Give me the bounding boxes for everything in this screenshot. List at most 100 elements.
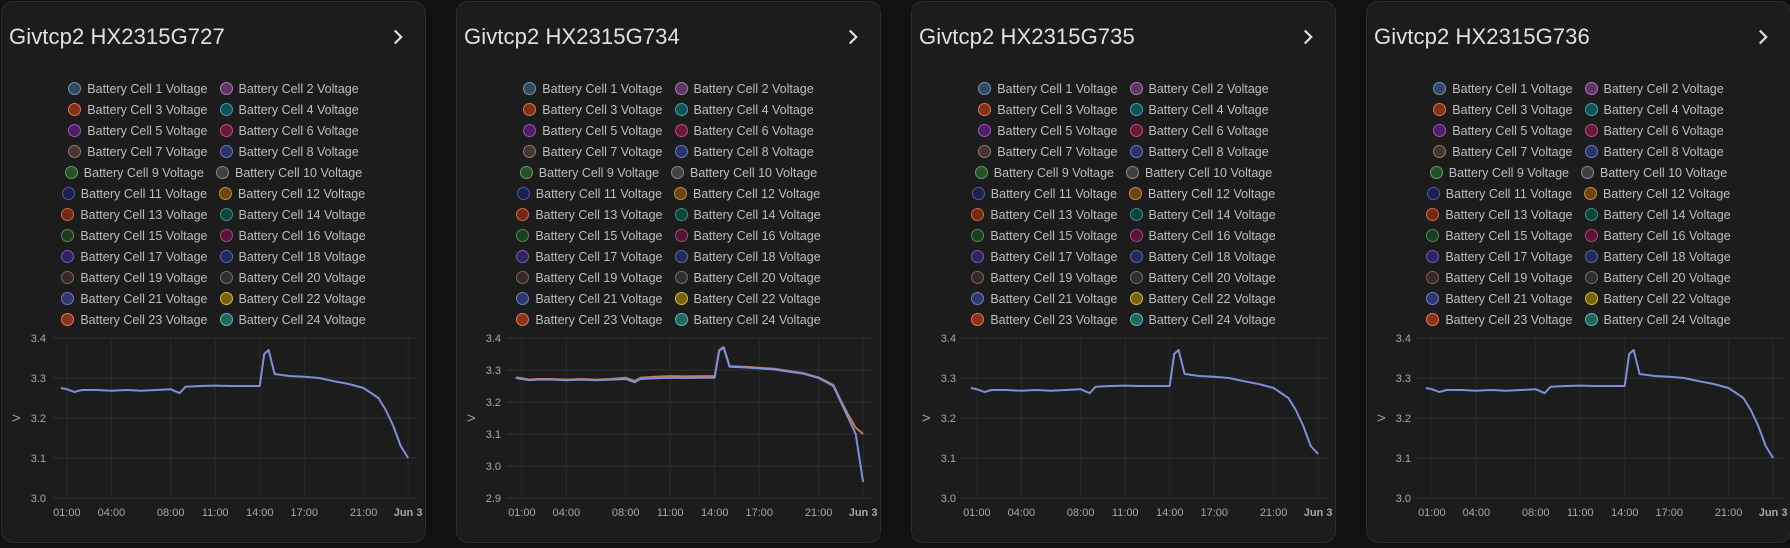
legend-item[interactable]: Battery Cell 13 Voltage <box>1426 204 1573 225</box>
legend-item[interactable]: Battery Cell 22 Voltage <box>674 288 821 309</box>
voltage-chart[interactable]: 3.4 3.3 3.2 3.1 3.0 01:00 04:00 08:00 11:00 14:00… <box>2 330 426 536</box>
legend-item[interactable]: Battery Cell 10 Voltage <box>1126 162 1272 183</box>
card-header[interactable]: Givtcp2 HX2315G736 <box>1367 2 1790 72</box>
legend-item[interactable]: Battery Cell 1 Voltage <box>978 78 1118 99</box>
legend-item[interactable]: Battery Cell 11 Voltage <box>1426 183 1572 204</box>
legend-item[interactable]: Battery Cell 15 Voltage <box>1426 225 1573 246</box>
legend-item[interactable]: Battery Cell 18 Voltage <box>674 246 821 267</box>
legend-item[interactable]: Battery Cell 12 Voltage <box>674 183 820 204</box>
legend-item[interactable]: Battery Cell 7 Voltage <box>523 141 663 162</box>
legend-item[interactable]: Battery Cell 20 Voltage <box>1584 267 1731 288</box>
voltage-chart[interactable]: 3.4 3.3 3.2 3.1 3.0 2.9 01:00 04:00 08:00 11:00 14… <box>457 330 881 536</box>
legend-item[interactable]: Battery Cell 16 Voltage <box>1129 225 1276 246</box>
legend-item[interactable]: Battery Cell 13 Voltage <box>516 204 663 225</box>
legend-item[interactable]: Battery Cell 14 Voltage <box>674 204 821 225</box>
legend-item[interactable]: Battery Cell 24 Voltage <box>674 309 821 330</box>
legend-item[interactable]: Battery Cell 12 Voltage <box>1129 183 1275 204</box>
chevron-right-icon[interactable] <box>385 24 411 50</box>
legend-item[interactable]: Battery Cell 15 Voltage <box>516 225 663 246</box>
legend-item[interactable]: Battery Cell 17 Voltage <box>61 246 208 267</box>
chevron-right-icon[interactable] <box>840 24 866 50</box>
legend-item[interactable]: Battery Cell 23 Voltage <box>516 309 663 330</box>
legend-item[interactable]: Battery Cell 11 Voltage <box>516 183 662 204</box>
legend-item[interactable]: Battery Cell 2 Voltage <box>219 78 359 99</box>
legend-item[interactable]: Battery Cell 4 Voltage <box>674 99 814 120</box>
legend-item[interactable]: Battery Cell 6 Voltage <box>1129 120 1269 141</box>
legend-item[interactable]: Battery Cell 7 Voltage <box>1433 141 1573 162</box>
card-header[interactable]: Givtcp2 HX2315G734 <box>457 2 880 72</box>
legend-item[interactable]: Battery Cell 14 Voltage <box>1584 204 1731 225</box>
legend-item[interactable]: Battery Cell 24 Voltage <box>1129 309 1276 330</box>
legend-item[interactable]: Battery Cell 14 Voltage <box>1129 204 1276 225</box>
legend-item[interactable]: Battery Cell 16 Voltage <box>674 225 821 246</box>
legend-item[interactable]: Battery Cell 1 Voltage <box>68 78 208 99</box>
legend-item[interactable]: Battery Cell 23 Voltage <box>1426 309 1573 330</box>
legend-item[interactable]: Battery Cell 14 Voltage <box>219 204 366 225</box>
legend-item[interactable]: Battery Cell 22 Voltage <box>1129 288 1276 309</box>
legend-item[interactable]: Battery Cell 22 Voltage <box>219 288 366 309</box>
legend-item[interactable]: Battery Cell 15 Voltage <box>61 225 208 246</box>
legend-item[interactable]: Battery Cell 8 Voltage <box>219 141 359 162</box>
chevron-right-icon[interactable] <box>1750 24 1776 50</box>
legend-item[interactable]: Battery Cell 7 Voltage <box>978 141 1118 162</box>
voltage-chart[interactable]: 3.4 3.3 3.2 3.1 3.0 01:00 04:00 08:00 11:00 14:00… <box>912 330 1336 536</box>
legend-item[interactable]: Battery Cell 24 Voltage <box>1584 309 1731 330</box>
legend-item[interactable]: Battery Cell 5 Voltage <box>523 120 663 141</box>
legend-item[interactable]: Battery Cell 17 Voltage <box>1426 246 1573 267</box>
legend-item[interactable]: Battery Cell 10 Voltage <box>1581 162 1727 183</box>
legend-item[interactable]: Battery Cell 19 Voltage <box>1426 267 1573 288</box>
legend-item[interactable]: Battery Cell 16 Voltage <box>1584 225 1731 246</box>
legend-item[interactable]: Battery Cell 2 Voltage <box>1584 78 1724 99</box>
legend-item[interactable]: Battery Cell 5 Voltage <box>68 120 208 141</box>
legend-item[interactable]: Battery Cell 12 Voltage <box>219 183 365 204</box>
legend-item[interactable]: Battery Cell 12 Voltage <box>1584 183 1730 204</box>
legend-item[interactable]: Battery Cell 4 Voltage <box>1129 99 1269 120</box>
legend-item[interactable]: Battery Cell 8 Voltage <box>1584 141 1724 162</box>
legend-item[interactable]: Battery Cell 19 Voltage <box>516 267 663 288</box>
legend-item[interactable]: Battery Cell 7 Voltage <box>68 141 208 162</box>
legend-item[interactable]: Battery Cell 21 Voltage <box>1426 288 1573 309</box>
legend-item[interactable]: Battery Cell 21 Voltage <box>971 288 1118 309</box>
legend-item[interactable]: Battery Cell 23 Voltage <box>61 309 208 330</box>
legend-item[interactable]: Battery Cell 20 Voltage <box>219 267 366 288</box>
legend-item[interactable]: Battery Cell 6 Voltage <box>674 120 814 141</box>
chevron-right-icon[interactable] <box>1295 24 1321 50</box>
legend-item[interactable]: Battery Cell 5 Voltage <box>1433 120 1573 141</box>
legend-item[interactable]: Battery Cell 8 Voltage <box>1129 141 1269 162</box>
legend-item[interactable]: Battery Cell 18 Voltage <box>1129 246 1276 267</box>
legend-item[interactable]: Battery Cell 16 Voltage <box>219 225 366 246</box>
legend-item[interactable]: Battery Cell 1 Voltage <box>523 78 663 99</box>
legend-item[interactable]: Battery Cell 11 Voltage <box>971 183 1117 204</box>
legend-item[interactable]: Battery Cell 10 Voltage <box>671 162 817 183</box>
legend-item[interactable]: Battery Cell 9 Voltage <box>519 162 659 183</box>
card-header[interactable]: Givtcp2 HX2315G735 <box>912 2 1335 72</box>
legend-item[interactable]: Battery Cell 22 Voltage <box>1584 288 1731 309</box>
legend-item[interactable]: Battery Cell 3 Voltage <box>68 99 208 120</box>
legend-item[interactable]: Battery Cell 19 Voltage <box>61 267 208 288</box>
legend-item[interactable]: Battery Cell 20 Voltage <box>674 267 821 288</box>
legend-item[interactable]: Battery Cell 4 Voltage <box>219 99 359 120</box>
legend-item[interactable]: Battery Cell 5 Voltage <box>978 120 1118 141</box>
voltage-chart[interactable]: 3.4 3.3 3.2 3.1 3.0 01:00 04:00 08:00 11:00 14:00… <box>1367 330 1790 536</box>
legend-item[interactable]: Battery Cell 23 Voltage <box>971 309 1118 330</box>
legend-item[interactable]: Battery Cell 9 Voltage <box>64 162 204 183</box>
legend-item[interactable]: Battery Cell 2 Voltage <box>674 78 814 99</box>
legend-item[interactable]: Battery Cell 6 Voltage <box>219 120 359 141</box>
legend-item[interactable]: Battery Cell 24 Voltage <box>219 309 366 330</box>
legend-item[interactable]: Battery Cell 8 Voltage <box>674 141 814 162</box>
card-header[interactable]: Givtcp2 HX2315G727 <box>2 2 425 72</box>
legend-item[interactable]: Battery Cell 11 Voltage <box>61 183 207 204</box>
legend-item[interactable]: Battery Cell 18 Voltage <box>1584 246 1731 267</box>
legend-item[interactable]: Battery Cell 4 Voltage <box>1584 99 1724 120</box>
legend-item[interactable]: Battery Cell 19 Voltage <box>971 267 1118 288</box>
legend-item[interactable]: Battery Cell 3 Voltage <box>523 99 663 120</box>
legend-item[interactable]: Battery Cell 17 Voltage <box>971 246 1118 267</box>
legend-item[interactable]: Battery Cell 9 Voltage <box>974 162 1114 183</box>
legend-item[interactable]: Battery Cell 18 Voltage <box>219 246 366 267</box>
legend-item[interactable]: Battery Cell 17 Voltage <box>516 246 663 267</box>
legend-item[interactable]: Battery Cell 1 Voltage <box>1433 78 1573 99</box>
legend-item[interactable]: Battery Cell 20 Voltage <box>1129 267 1276 288</box>
legend-item[interactable]: Battery Cell 21 Voltage <box>61 288 208 309</box>
legend-item[interactable]: Battery Cell 3 Voltage <box>1433 99 1573 120</box>
legend-item[interactable]: Battery Cell 2 Voltage <box>1129 78 1269 99</box>
